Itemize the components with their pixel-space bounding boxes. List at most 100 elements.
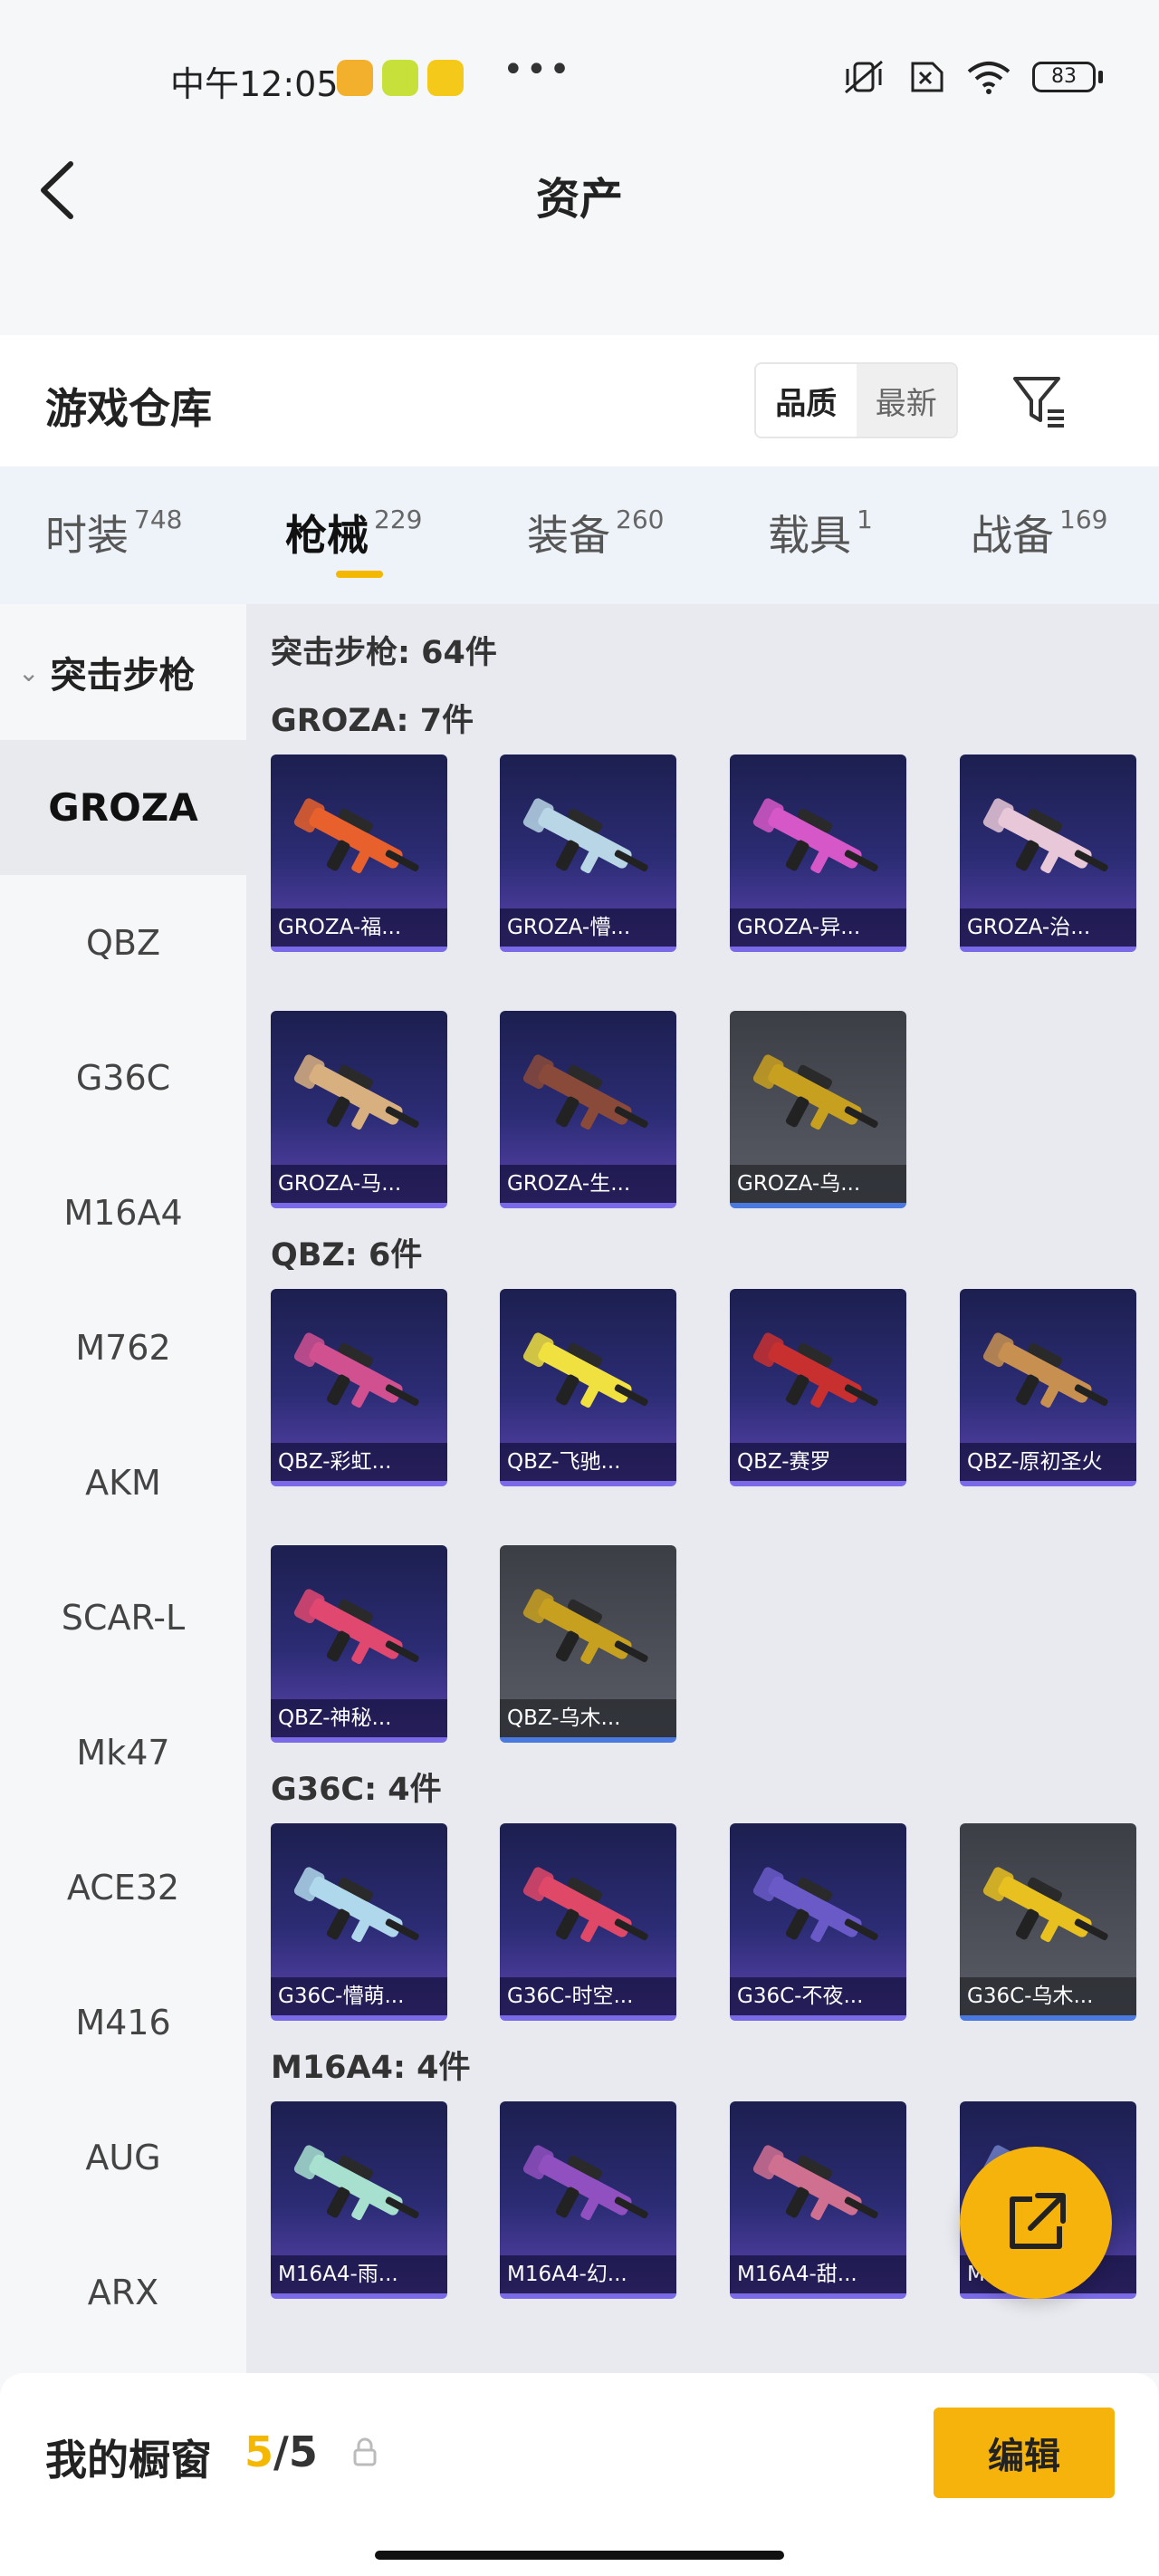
tab-vehicles[interactable]: 载具 1 xyxy=(768,503,873,562)
battery-level: 83 xyxy=(1032,62,1096,92)
tab-count: 169 xyxy=(1059,505,1108,534)
weapon-skin-card[interactable]: QBZ-乌木... xyxy=(500,1545,676,1743)
weapon-skin-icon xyxy=(293,1054,419,1130)
sidebar-item-ace32[interactable]: ACE32 xyxy=(0,1820,246,1955)
weapon-skin-icon xyxy=(293,1589,419,1665)
weapon-skin-card[interactable]: QBZ-赛罗 xyxy=(730,1289,906,1486)
tab-equipment[interactable]: 装备 260 xyxy=(527,503,664,562)
showcase-bar: 我的橱窗 5/5 编辑 xyxy=(0,2373,1159,2576)
tab-fashion[interactable]: 时装 748 xyxy=(45,503,182,562)
showcase-title: 我的橱窗 xyxy=(45,2436,212,2485)
weapon-skin-name: QBZ-赛罗 xyxy=(730,1443,906,1481)
sidebar-item-g36c[interactable]: G36C xyxy=(0,1010,246,1145)
sidebar-item-aug[interactable]: AUG xyxy=(0,2090,246,2225)
sidebar-item-m416[interactable]: M416 xyxy=(0,1955,246,2090)
weapon-skin-card[interactable]: G36C-懵萌... xyxy=(271,1823,447,2021)
weapon-skin-card[interactable]: M16A4-幻... xyxy=(500,2101,676,2299)
sort-by-quality[interactable]: 品质 xyxy=(756,364,857,437)
category-tabs: 时装 748 枪械 229 装备 260 载具 1 战备 169 xyxy=(0,466,1159,604)
weapon-skin-card[interactable]: GROZA-异... xyxy=(730,755,906,952)
tab-count: 748 xyxy=(134,505,183,534)
tab-count: 229 xyxy=(374,505,423,534)
lock-icon xyxy=(353,2437,377,2466)
tab-label: 载具 xyxy=(768,511,851,560)
tab-tactical[interactable]: 战备 169 xyxy=(971,503,1107,562)
weapon-skin-name: QBZ-原初圣火 xyxy=(960,1443,1136,1481)
weapon-skin-card[interactable]: QBZ-彩虹... xyxy=(271,1289,447,1486)
weapon-skin-card[interactable]: GROZA-生... xyxy=(500,1011,676,1208)
weapon-skin-card[interactable]: QBZ-神秘... xyxy=(271,1545,447,1743)
sidebar-item-mk47[interactable]: Mk47 xyxy=(0,1685,246,1820)
weapon-skin-name: GROZA-马... xyxy=(271,1165,447,1203)
weapon-skin-icon xyxy=(522,1332,648,1408)
weapon-skin-card[interactable]: QBZ-飞驰... xyxy=(500,1289,676,1486)
weapon-skin-icon xyxy=(982,1332,1108,1408)
weapon-skin-card[interactable]: G36C-乌木... xyxy=(960,1823,1136,2021)
weapon-skin-name: QBZ-乌木... xyxy=(500,1699,676,1737)
weapon-skin-card[interactable]: QBZ-原初圣火 xyxy=(960,1289,1136,1486)
weapon-skin-card[interactable]: GROZA-马... xyxy=(271,1011,447,1208)
sidebar-item-akm[interactable]: AKM xyxy=(0,1415,246,1550)
sidebar-item-scar-l[interactable]: SCAR-L xyxy=(0,1550,246,1685)
weapon-skin-icon xyxy=(982,798,1108,874)
sidebar-item-qbz[interactable]: QBZ xyxy=(0,875,246,1010)
sidebar-item-m16a4[interactable]: M16A4 xyxy=(0,1145,246,1280)
tab-label: 时装 xyxy=(45,511,129,560)
section-title: G36C: 4件 xyxy=(271,1772,442,1808)
chevron-down-icon: ⌄ xyxy=(18,657,40,687)
app-notification-icon xyxy=(427,60,464,96)
weapon-skin-card[interactable]: M16A4-甜... xyxy=(730,2101,906,2299)
sidebar-group-label: 突击步枪 xyxy=(50,655,196,697)
app-notification-icon xyxy=(337,60,373,96)
weapon-skin-icon xyxy=(752,1054,878,1130)
weapon-skin-icon xyxy=(293,2145,419,2221)
weapon-skin-card[interactable]: GROZA-懵... xyxy=(500,755,676,952)
home-indicator[interactable] xyxy=(375,2551,784,2560)
tab-count: 260 xyxy=(616,505,665,534)
filter-icon xyxy=(1013,377,1064,428)
weapon-skin-name: QBZ-神秘... xyxy=(271,1699,447,1737)
sort-by-newest[interactable]: 最新 xyxy=(856,364,956,437)
weapon-skin-name: G36C-时空... xyxy=(500,1977,676,2015)
weapon-skin-icon xyxy=(522,798,648,874)
weapon-skin-name: G36C-乌木... xyxy=(960,1977,1136,2015)
section-title: M16A4: 4件 xyxy=(271,2050,471,2086)
weapon-skin-card[interactable]: GROZA-乌... xyxy=(730,1011,906,1208)
status-app-icons xyxy=(337,60,464,96)
weapon-type-sidebar: ⌄ 突击步枪 GROZA QBZ G36C M16A4 M762 AKM SCA… xyxy=(0,604,246,2373)
weapon-skin-name: GROZA-懵... xyxy=(500,908,676,947)
weapon-skin-icon xyxy=(752,1332,878,1408)
sort-toggle: 品质 最新 xyxy=(754,362,958,438)
weapon-skin-icon xyxy=(522,1589,648,1665)
more-notifications-icon: ••• xyxy=(503,49,572,91)
weapon-skin-name: GROZA-福... xyxy=(271,908,447,947)
weapon-skin-card[interactable]: M16A4-雨... xyxy=(271,2101,447,2299)
weapon-skin-name: M16A4-幻... xyxy=(500,2255,676,2293)
edit-button[interactable]: 编辑 xyxy=(934,2408,1115,2498)
weapon-skin-name: GROZA-异... xyxy=(730,908,906,947)
weapon-skin-name: QBZ-彩虹... xyxy=(271,1443,447,1481)
showcase-count-total: /5 xyxy=(273,2427,318,2476)
weapon-skin-card[interactable]: GROZA-福... xyxy=(271,755,447,952)
weapon-skin-card[interactable]: GROZA-治... xyxy=(960,755,1136,952)
wifi-icon xyxy=(967,62,1011,94)
tab-label: 枪械 xyxy=(285,511,369,560)
filter-button[interactable] xyxy=(1010,371,1069,431)
weapon-skin-name: GROZA-治... xyxy=(960,908,1136,947)
sidebar-item-groza[interactable]: GROZA xyxy=(0,740,246,875)
sidebar-item-m762[interactable]: M762 xyxy=(0,1280,246,1415)
tab-guns[interactable]: 枪械 229 xyxy=(285,503,422,562)
weapon-skin-name: M16A4-甜... xyxy=(730,2255,906,2293)
tab-label: 装备 xyxy=(527,511,610,560)
status-bar: 中午12:05 ••• 83 xyxy=(0,0,1159,159)
no-sim-icon xyxy=(911,62,943,92)
weapon-skin-card[interactable]: G36C-时空... xyxy=(500,1823,676,2021)
weapon-skin-name: GROZA-生... xyxy=(500,1165,676,1203)
share-button[interactable] xyxy=(960,2147,1112,2299)
warehouse-title: 游戏仓库 xyxy=(45,384,212,433)
weapon-skin-card[interactable]: G36C-不夜... xyxy=(730,1823,906,2021)
weapon-skin-icon xyxy=(293,1332,419,1408)
sidebar-group-assault-rifle[interactable]: ⌄ 突击步枪 xyxy=(0,604,246,740)
mute-vibrate-icon xyxy=(845,60,883,94)
sidebar-item-arx[interactable]: ARX xyxy=(0,2225,246,2360)
